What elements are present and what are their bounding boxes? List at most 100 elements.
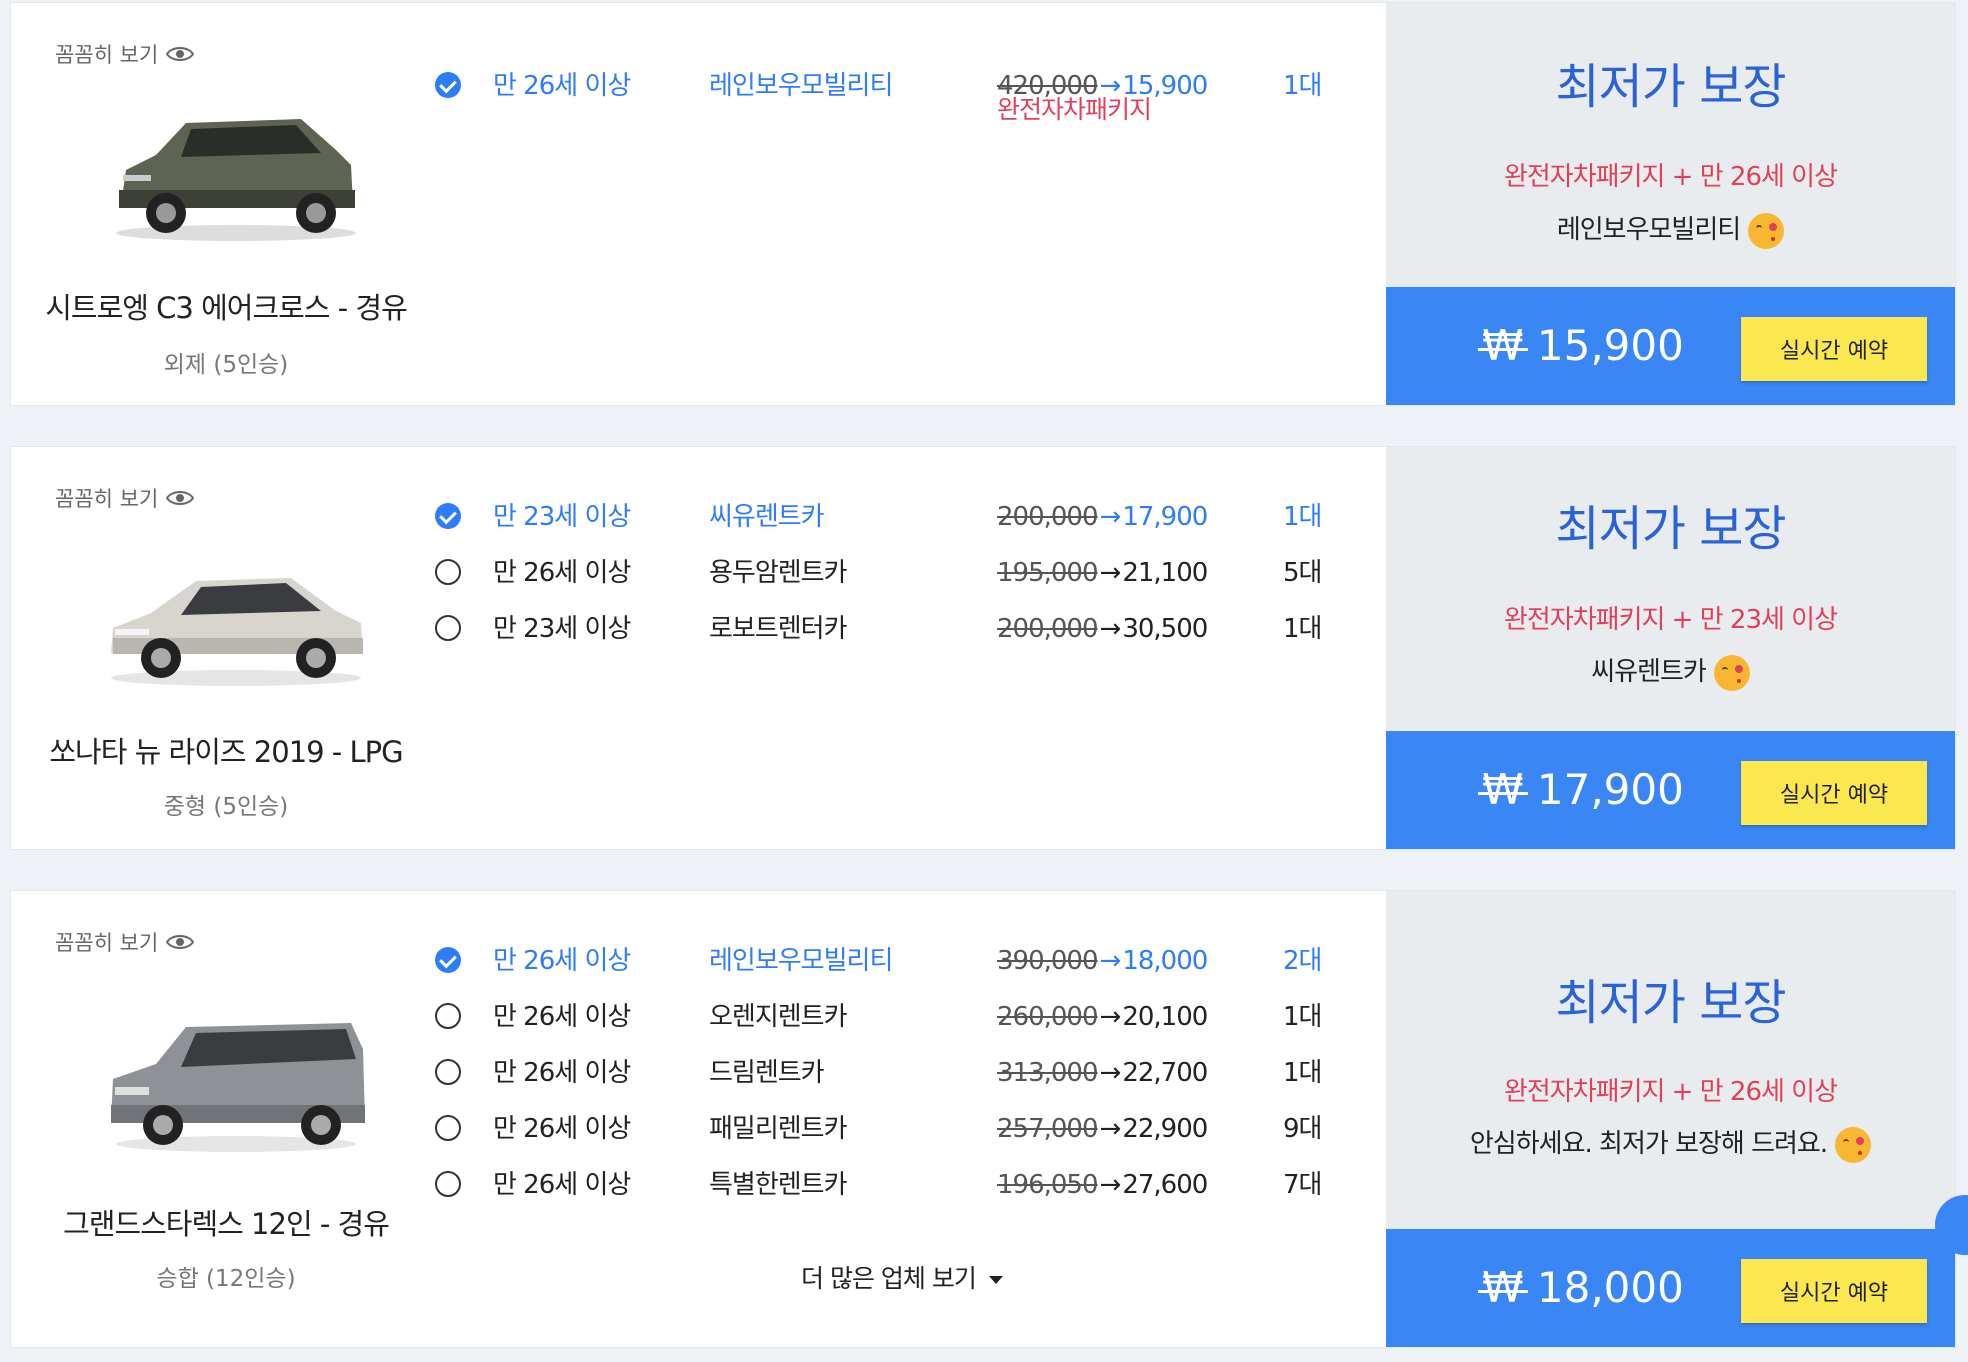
offer-company: 로보트렌터카 <box>709 614 848 644</box>
car-name[interactable]: 그랜드스타렉스 12인 - 경유 <box>11 1201 441 1243</box>
offer-age: 만 23세 이상 <box>493 502 631 532</box>
offer-company: 오렌지렌트카 <box>709 1002 848 1032</box>
offer-price: 257,000→22,900 <box>997 1109 1208 1149</box>
offer-count: 1대 <box>1283 614 1322 644</box>
offer-row[interactable]: 만 26세 이상 드림렌트카 313,000→22,700 1대 <box>431 1053 1331 1093</box>
original-price: 196,050 <box>997 1170 1099 1200</box>
car-image <box>116 119 356 241</box>
best-company-label: 씨유렌트카 <box>1591 657 1707 687</box>
offer-row[interactable]: 만 23세 이상 로보트렌터카 200,000→30,500 1대 <box>431 609 1331 649</box>
car-class: 중형 (5인승) <box>163 794 289 820</box>
offer-age: 만 26세 이상 <box>493 1002 631 1032</box>
detail-view-link[interactable]: 꼼꼼히 보기 <box>55 483 195 513</box>
car-name[interactable]: 시트로엥 C3 에어크로스 - 경유 <box>11 285 441 327</box>
radio-icon[interactable] <box>435 1003 461 1029</box>
best-company: 안심하세요. 최저가 보장해 드려요. <box>1386 1123 1955 1163</box>
best-condition: 완전자차패키지 + 만 26세 이상 <box>1503 1077 1838 1107</box>
discount-price: 21,100 <box>1122 558 1208 588</box>
arrow-icon: → <box>1099 946 1122 976</box>
offer-row[interactable]: 만 26세 이상 용두암렌트카 195,000→21,100 5대 <box>431 553 1331 593</box>
eye-icon <box>166 47 195 61</box>
price-bar: ₩ 15,900 실시간 예약 <box>1386 287 1955 405</box>
radio-checked-icon[interactable] <box>435 947 461 973</box>
price-bar: ₩ 18,000 실시간 예약 <box>1386 1229 1955 1347</box>
radio-icon[interactable] <box>435 1059 461 1085</box>
offer-age: 만 26세 이상 <box>493 1114 631 1144</box>
radio-icon[interactable] <box>435 559 461 585</box>
offer-row[interactable]: 만 23세 이상 씨유렌트카 200,000→17,900 1대 <box>431 497 1331 537</box>
detail-view-link[interactable]: 꼼꼼히 보기 <box>55 927 195 957</box>
offer-price: 260,000→20,100 <box>997 997 1208 1037</box>
original-price: 257,000 <box>997 1114 1099 1144</box>
total-price-value: 18,000 <box>1536 1263 1684 1312</box>
arrow-icon: → <box>1099 502 1122 532</box>
best-condition: 완전자차패키지 + 만 26세 이상 <box>1503 162 1838 192</box>
best-price-panel: 최저가 보장 완전자차패키지 + 만 26세 이상 레인보우모빌리티 ₩ 15,… <box>1386 3 1955 405</box>
offer-row[interactable]: 만 26세 이상 레인보우모빌리티 420,000→15,900 1대 <box>431 66 1331 106</box>
offer-count: 1대 <box>1283 1058 1322 1088</box>
best-price-title: 최저가 보장 <box>1555 975 1786 1031</box>
car-name[interactable]: 쏘나타 뉴 라이즈 2019 - LPG <box>11 729 441 771</box>
won-icon: ₩ <box>1478 287 1528 405</box>
radio-icon[interactable] <box>435 1171 461 1197</box>
offer-row[interactable]: 만 26세 이상 레인보우모빌리티 390,000→18,000 2대 <box>431 941 1331 981</box>
best-company: 씨유렌트카 <box>1386 651 1955 691</box>
offer-row[interactable]: 만 26세 이상 오렌지렌트카 260,000→20,100 1대 <box>431 997 1331 1037</box>
radio-icon[interactable] <box>435 615 461 641</box>
arrow-icon: → <box>1099 1114 1122 1144</box>
more-companies-link[interactable]: 더 많은 업체 보기 <box>801 1259 1005 1295</box>
offer-count: 9대 <box>1283 1114 1322 1144</box>
reserve-button[interactable]: 실시간 예약 <box>1741 761 1927 825</box>
listing-card: 꼼꼼히 보기 시트로엥 C3 에어크로스 - 경유 외제 (5인승) 만 26세… <box>10 2 1956 406</box>
kiss-emoji-icon <box>1713 654 1750 691</box>
total-price-value: 15,900 <box>1536 321 1684 370</box>
car-image <box>111 1023 365 1152</box>
offer-price: 196,050→27,600 <box>997 1165 1208 1205</box>
reserve-button[interactable]: 실시간 예약 <box>1741 317 1927 381</box>
arrow-icon: → <box>1099 1002 1122 1032</box>
offer-company: 씨유렌트카 <box>709 502 825 532</box>
total-price: ₩ 18,000 <box>1478 1229 1684 1347</box>
car-image <box>111 578 363 686</box>
original-price: 390,000 <box>997 946 1099 976</box>
offer-age: 만 26세 이상 <box>493 71 631 101</box>
offer-company: 용두암렌트카 <box>709 558 848 588</box>
detail-view-label: 꼼꼼히 보기 <box>55 43 159 67</box>
arrow-icon: → <box>1099 1058 1122 1088</box>
best-company-label: 레인보우모빌리티 <box>1556 215 1741 245</box>
original-price: 260,000 <box>997 1002 1099 1032</box>
offer-company: 특별한렌트카 <box>709 1170 848 1200</box>
original-price: 200,000 <box>997 614 1099 644</box>
offer-age: 만 26세 이상 <box>493 946 631 976</box>
offer-price: 390,000→18,000 <box>997 941 1208 981</box>
offer-row[interactable]: 만 26세 이상 특별한렌트카 196,050→27,600 7대 <box>431 1165 1331 1205</box>
offer-company: 레인보우모빌리티 <box>709 71 893 101</box>
radio-checked-icon[interactable] <box>435 72 461 98</box>
reserve-button[interactable]: 실시간 예약 <box>1741 1259 1927 1323</box>
best-condition: 완전자차패키지 + 만 23세 이상 <box>1503 605 1838 635</box>
detail-view-label: 꼼꼼히 보기 <box>55 931 159 955</box>
discount-price: 30,500 <box>1122 614 1208 644</box>
total-price: ₩ 15,900 <box>1478 287 1684 405</box>
best-price-title: 최저가 보장 <box>1555 501 1786 557</box>
offer-age: 만 26세 이상 <box>493 1058 631 1088</box>
arrow-icon: → <box>1099 614 1122 644</box>
price-bar: ₩ 17,900 실시간 예약 <box>1386 731 1955 849</box>
detail-view-link[interactable]: 꼼꼼히 보기 <box>55 39 195 69</box>
offer-count: 5대 <box>1283 558 1322 588</box>
original-price: 195,000 <box>997 558 1099 588</box>
original-price: 200,000 <box>997 502 1099 532</box>
offer-company: 패밀리렌트카 <box>709 1114 848 1144</box>
discount-price: 17,900 <box>1122 502 1208 532</box>
caret-down-icon <box>988 1276 1003 1284</box>
radio-checked-icon[interactable] <box>435 503 461 529</box>
listing-card: 꼼꼼히 보기 그랜드스타렉스 12인 - 경유 승합 (12인승) 만 26세 … <box>10 890 1956 1348</box>
arrow-icon: → <box>1099 558 1122 588</box>
radio-icon[interactable] <box>435 1115 461 1141</box>
listing-details: 꼼꼼히 보기 쏘나타 뉴 라이즈 2019 - LPG 중형 (5인승) 만 2… <box>11 447 1386 849</box>
best-company: 레인보우모빌리티 <box>1386 209 1955 249</box>
listing-card: 꼼꼼히 보기 쏘나타 뉴 라이즈 2019 - LPG 중형 (5인승) 만 2… <box>10 446 1956 850</box>
offer-row[interactable]: 만 26세 이상 패밀리렌트카 257,000→22,900 9대 <box>431 1109 1331 1149</box>
more-companies-label: 더 많은 업체 보기 <box>801 1264 977 1293</box>
car-class: 승합 (12인승) <box>156 1266 296 1292</box>
